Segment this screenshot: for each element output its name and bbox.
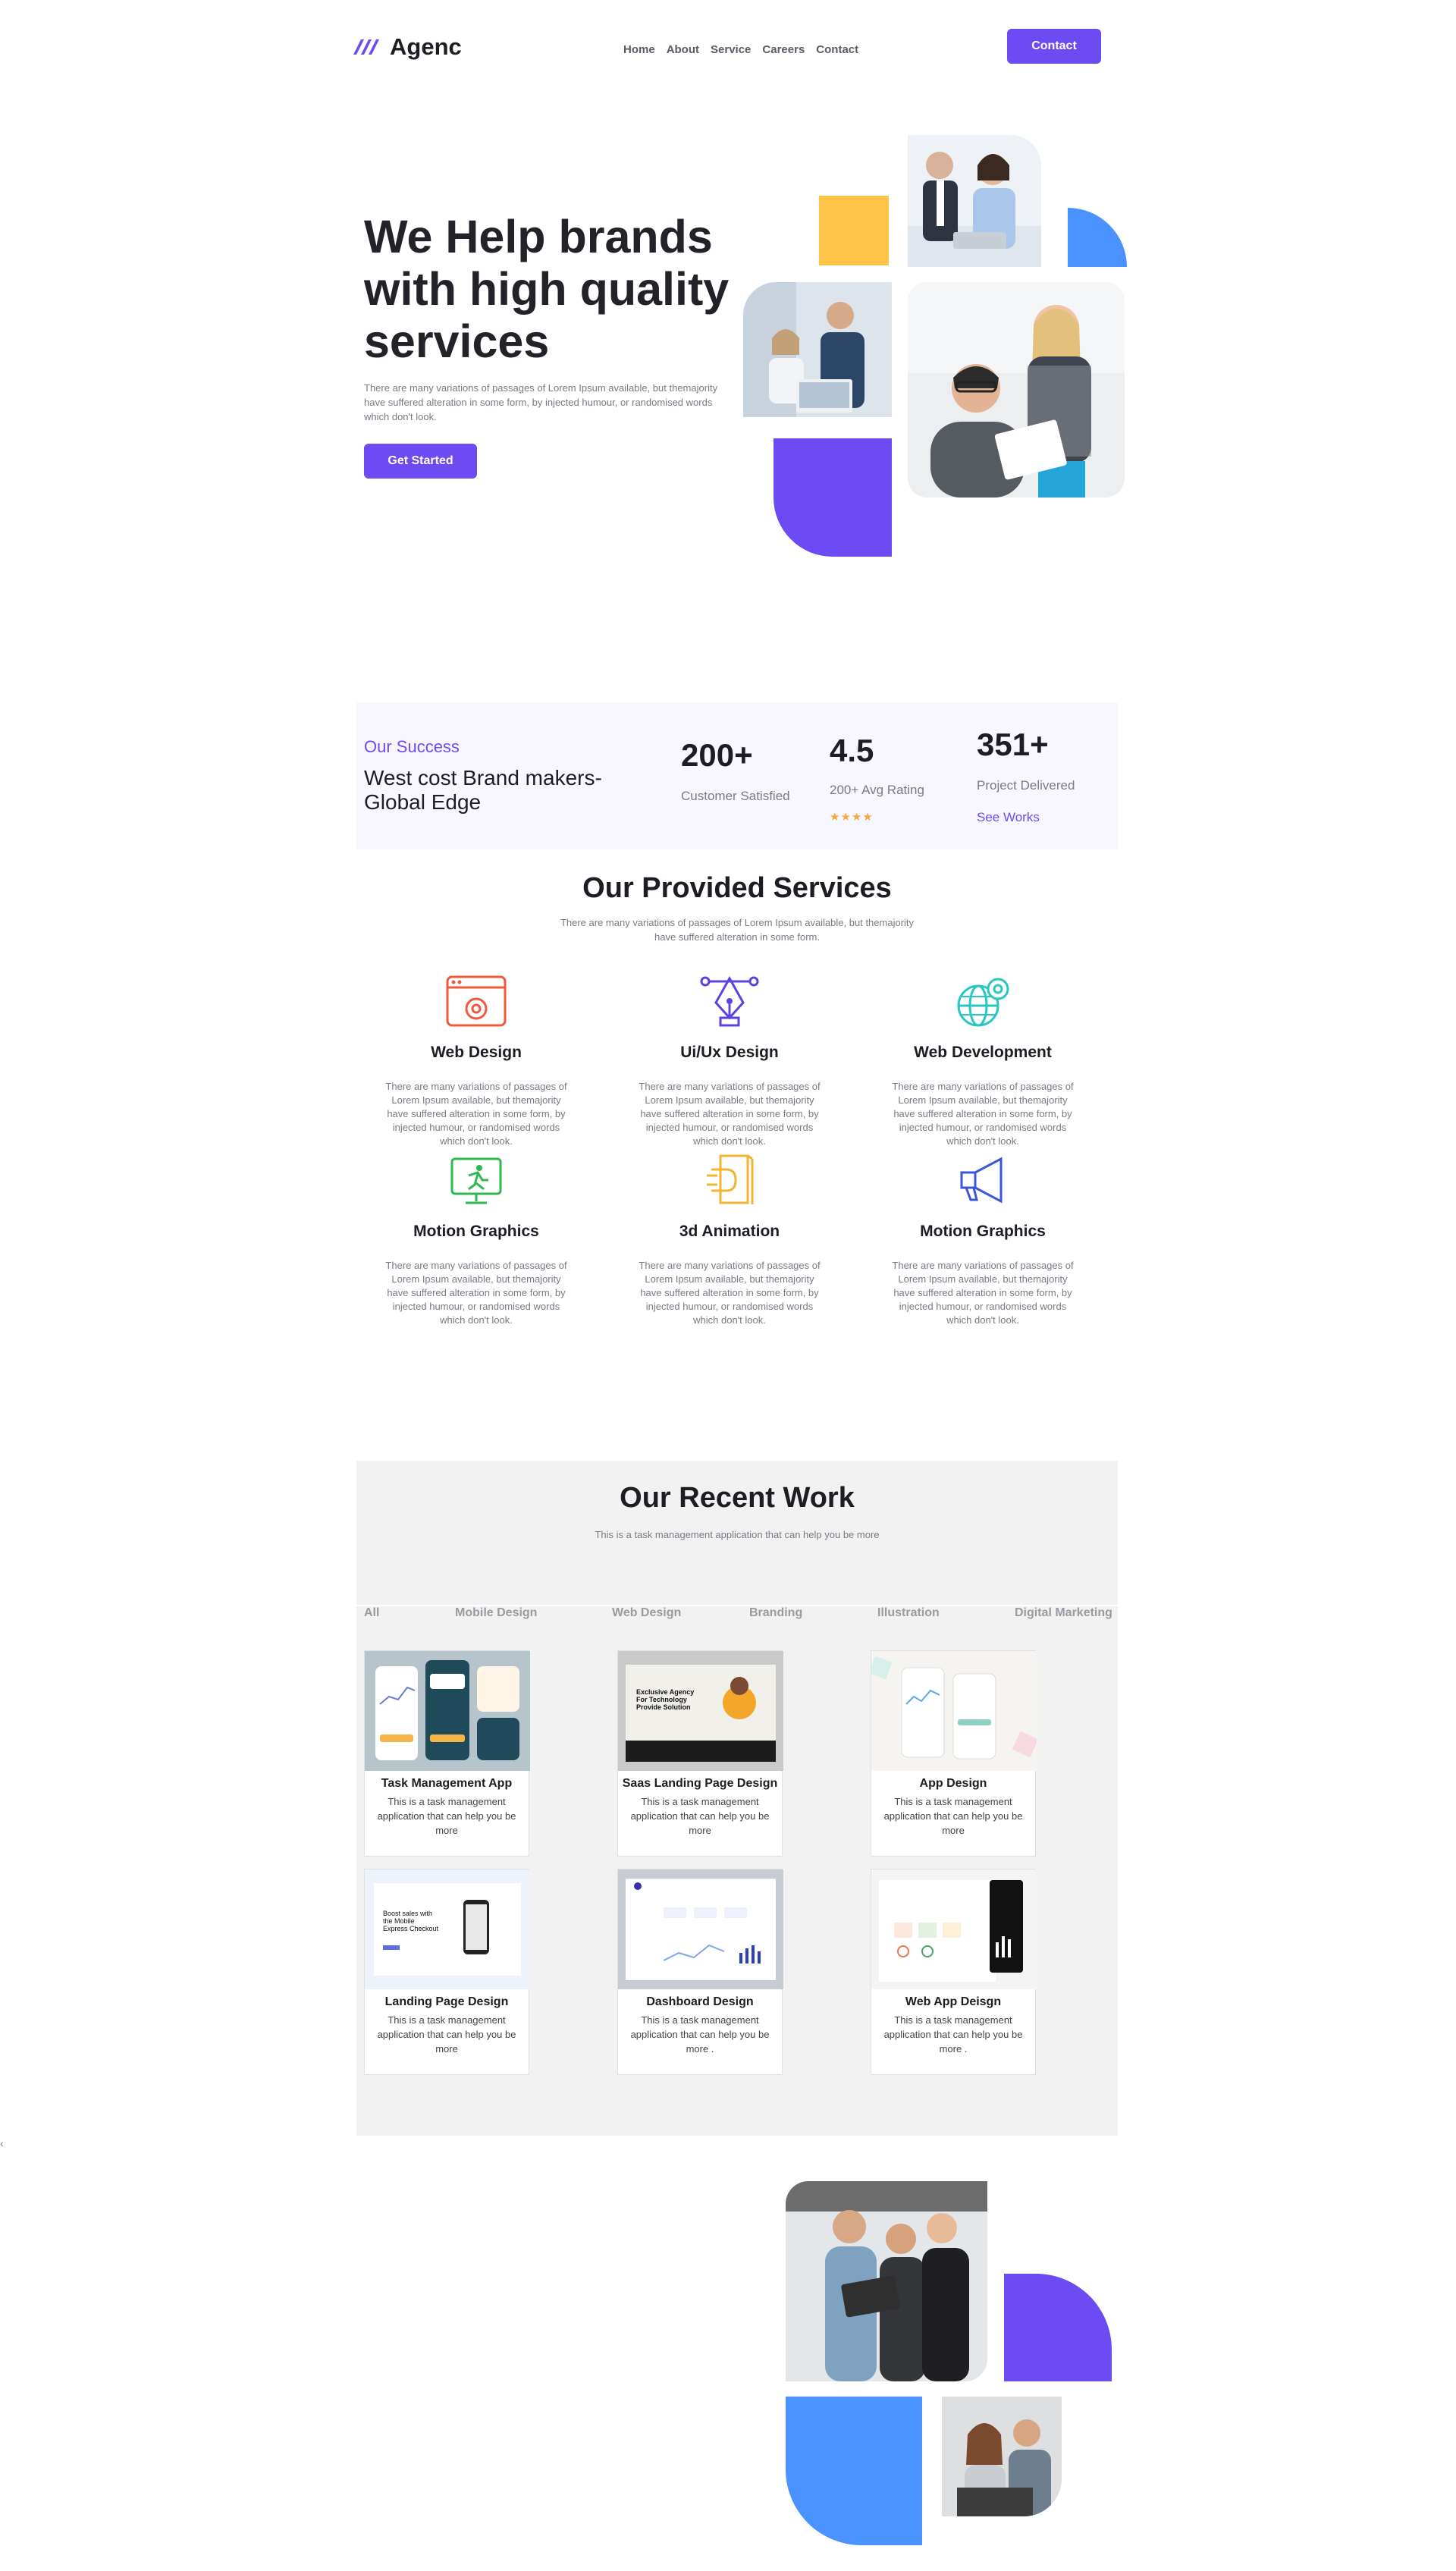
stat-customers-label: Customer Satisfied — [681, 789, 790, 803]
nav-contact[interactable]: Contact — [816, 43, 858, 56]
work-card-description: This is a task management application th… — [377, 2014, 516, 2055]
work-subtitle: This is a task management application th… — [595, 1529, 880, 1540]
3d-box-icon — [707, 1154, 754, 1204]
stat-rating-label: 200+ Avg Rating — [830, 783, 924, 797]
logo-text: Agenc — [390, 33, 462, 60]
get-started-button[interactable]: Get Started — [364, 444, 477, 479]
work-card-app-design[interactable]: App Design This is a task management app… — [871, 1650, 1037, 1857]
success-label: Our Success — [364, 737, 460, 756]
work-card-thumbnail — [871, 1869, 1037, 1989]
work-card-title: App Design — [919, 1777, 987, 1790]
nav-careers[interactable]: Careers — [762, 43, 805, 56]
tab-web-design[interactable]: Web Design — [612, 1606, 681, 1620]
star-icon: ★ — [862, 811, 873, 824]
work-card-thumbnail — [871, 1651, 1037, 1771]
star-icon: ★ — [851, 811, 862, 824]
hero-photo-laptop-pair — [743, 282, 892, 417]
hero-description: There are many variations of passages of… — [364, 382, 718, 422]
tab-illustration[interactable]: Illustration — [877, 1606, 940, 1620]
work-card-thumbnail — [365, 1651, 530, 1771]
work-card-description: This is a task management application th… — [883, 2014, 1023, 2055]
service-card-uiux-design: Ui/Ux Design There are many variations o… — [631, 974, 828, 1148]
service-title: Motion Graphics — [413, 1223, 539, 1240]
service-description: There are many variations of passages of… — [385, 1081, 567, 1147]
service-card-3d-animation: 3d Animation There are many variations o… — [631, 1153, 828, 1327]
monitor-runner-icon — [450, 1157, 502, 1204]
work-card-title: Dashboard Design — [646, 1995, 754, 2008]
service-title: Web Development — [914, 1044, 1052, 1061]
work-card-thumbnail — [618, 1869, 783, 1989]
nav-home[interactable]: Home — [623, 43, 655, 56]
service-description: There are many variations of passages of… — [892, 1260, 1074, 1326]
work-filter-tabs: All Mobile Design Web Design Branding Il… — [364, 1606, 1456, 1625]
blue-quarter-shape — [1068, 208, 1127, 267]
stat-customers-value: 200+ — [681, 737, 753, 773]
work-card-description: This is a task management application th… — [377, 1796, 516, 1836]
work-card-title: Saas Landing Page Design — [622, 1777, 778, 1790]
work-card-web-app[interactable]: Web App Deisgn This is a task management… — [871, 1869, 1037, 2075]
work-card-description: This is a task management application th… — [630, 2014, 770, 2055]
service-description: There are many variations of passages of… — [385, 1260, 567, 1326]
service-card-motion-graphics: Motion Graphics There are many variation… — [378, 1153, 575, 1327]
logo-mark-icon — [353, 39, 379, 55]
work-card-thumbnail: Exclusive Agency For Technology Provide … — [618, 1651, 783, 1771]
hero-photo-team-pair — [908, 282, 1125, 498]
stat-rating-value: 4.5 — [830, 733, 874, 768]
work-card-landing-page[interactable]: Boost sales with the Mobile Express Chec… — [364, 1869, 530, 2075]
work-card-thumbnail: Boost sales with the Mobile Express Chec… — [365, 1869, 530, 1989]
saas-thumb-text: Exclusive Agency For Technology Provide … — [636, 1688, 695, 1711]
rating-stars: ★ ★ ★ ★ — [830, 810, 873, 824]
tab-mobile-design[interactable]: Mobile Design — [455, 1606, 537, 1620]
star-icon: ★ — [840, 811, 851, 824]
service-description: There are many variations of passages of… — [892, 1081, 1074, 1147]
services-title: Our Provided Services — [582, 872, 892, 904]
nav-service[interactable]: Service — [711, 43, 751, 56]
service-card-motion-graphics-2: Motion Graphics There are many variation… — [884, 1153, 1081, 1327]
stat-projects-label: Project Delivered — [977, 778, 1075, 793]
work-card-description: This is a task management application th… — [630, 1796, 770, 1836]
globe-gear-icon — [957, 978, 1009, 1027]
web-design-icon — [446, 975, 507, 1027]
collage-photo-laptop-couple — [942, 2397, 1062, 2516]
logo[interactable]: Agenc — [353, 33, 462, 61]
work-card-dashboard[interactable]: Dashboard Design This is a task manageme… — [617, 1869, 783, 2075]
service-card-web-development: Web Development There are many variation… — [884, 974, 1081, 1148]
hero-photo-office-pair — [908, 135, 1041, 267]
tab-digital-marketing[interactable]: Digital Marketing — [1015, 1606, 1112, 1620]
star-icon: ★ — [830, 811, 840, 824]
work-title: Our Recent Work — [620, 1482, 855, 1514]
yellow-square-shape — [819, 196, 889, 265]
service-description: There are many variations of passages of… — [639, 1260, 821, 1326]
collage-photo-team-tablet — [786, 2181, 987, 2381]
work-card-title: Task Management App — [381, 1777, 513, 1790]
work-card-task-management[interactable]: Task Management App This is a task manag… — [364, 1650, 530, 1857]
purple-leaf-shape-2 — [1004, 2274, 1112, 2381]
service-card-web-design: Web Design There are many variations of … — [378, 974, 575, 1148]
work-card-title: Landing Page Design — [384, 1995, 509, 2008]
megaphone-icon — [960, 1157, 1003, 1204]
service-title: Web Design — [431, 1044, 522, 1061]
tab-branding[interactable]: Branding — [749, 1606, 802, 1620]
service-title: Ui/Ux Design — [680, 1044, 779, 1061]
service-title: 3d Animation — [679, 1223, 780, 1240]
tab-all[interactable]: All — [364, 1606, 379, 1620]
work-card-title: Web App Deisgn — [905, 1995, 1002, 2008]
pen-tool-icon — [700, 975, 759, 1027]
service-description: There are many variations of passages of… — [639, 1081, 821, 1147]
see-works-link[interactable]: See Works — [977, 810, 1040, 825]
stat-projects-value: 351+ — [977, 727, 1049, 762]
service-title: Motion Graphics — [920, 1223, 1046, 1240]
work-card-saas-landing[interactable]: Exclusive Agency For Technology Provide … — [617, 1650, 783, 1857]
contact-button[interactable]: Contact — [1007, 29, 1101, 64]
services-subtitle: There are many variations of passages of… — [560, 917, 915, 943]
hero-title: We Help brands with high quality service… — [364, 211, 730, 367]
main-nav: Home About Service Careers Contact — [623, 43, 858, 56]
blue-leaf-shape — [786, 2397, 922, 2545]
work-card-description: This is a task management application th… — [883, 1796, 1023, 1836]
nav-about[interactable]: About — [667, 43, 699, 56]
success-title: West cost Brand makers-Global Edge — [364, 766, 602, 814]
landing-thumb-text: Boost sales with the Mobile Express Chec… — [383, 1910, 439, 1932]
purple-leaf-shape — [774, 438, 892, 557]
chevron-left-icon[interactable]: ‹ — [0, 2137, 4, 2149]
